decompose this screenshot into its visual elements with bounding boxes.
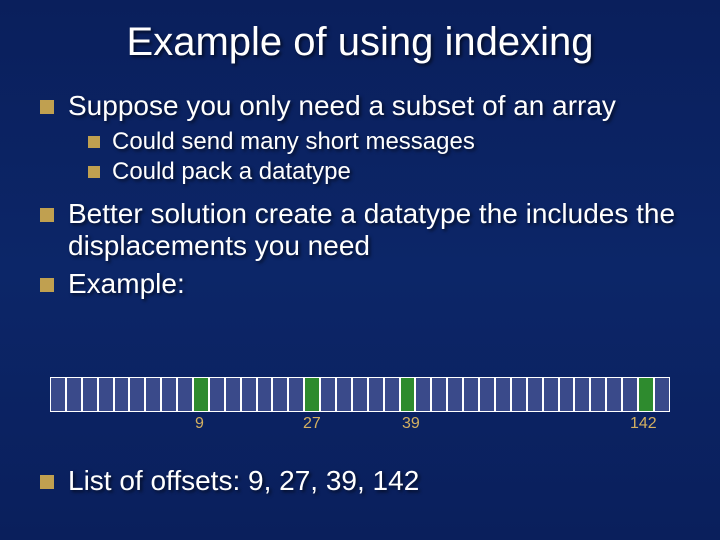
bullet-text: Could pack a datatype [112,158,351,186]
array-cell [352,377,368,412]
array-cell [129,377,145,412]
bullet-text: List of offsets: 9, 27, 39, 142 [68,465,419,497]
array-cell [177,377,193,412]
array-cell [272,377,288,412]
bullet-list-offsets: List of offsets: 9, 27, 39, 142 [40,465,419,497]
array-cell [543,377,559,412]
array-cell [50,377,66,412]
sub-bullets: Could send many short messages Could pac… [40,128,680,186]
array-cell [527,377,543,412]
array-cell [98,377,114,412]
bullet-icon [88,166,100,178]
array-cell [288,377,304,412]
array-cell [447,377,463,412]
slide-content: Suppose you only need a subset of an arr… [0,65,720,300]
array-cell [320,377,336,412]
array-cell [161,377,177,412]
array-cell [114,377,130,412]
bullet-text: Example: [68,268,185,300]
bullet-example: Example: [40,268,680,300]
array-cell [145,377,161,412]
array-cell [559,377,575,412]
array-cell [654,377,670,412]
array-cell [463,377,479,412]
bullet-icon [88,136,100,148]
bullet-text: Suppose you only need a subset of an arr… [68,90,616,122]
array-cell [479,377,495,412]
array-cell [590,377,606,412]
offset-label-142: 142 [630,415,657,433]
array-cell [257,377,273,412]
bullet-text: Could send many short messages [112,128,475,156]
array-cell [511,377,527,412]
bullet-could-pack: Could pack a datatype [88,158,680,186]
array-cell-highlight [304,377,320,412]
array-cell-highlight [638,377,654,412]
array-cell [225,377,241,412]
array-cell [336,377,352,412]
array-cell [241,377,257,412]
array-cell [368,377,384,412]
array-cell [415,377,431,412]
array-cell-highlight [400,377,416,412]
bullet-better-solution: Better solution create a datatype the in… [40,198,680,262]
bullet-icon [40,475,54,489]
bullet-could-send: Could send many short messages [88,128,680,156]
array-cell-highlight [193,377,209,412]
array-cell [574,377,590,412]
offset-label-9: 9 [195,415,204,433]
array-cell [622,377,638,412]
slide-title: Example of using indexing [0,0,720,65]
bullet-icon [40,208,54,222]
array-cell [209,377,225,412]
slide: Example of using indexing Suppose you on… [0,0,720,540]
bullet-suppose: Suppose you only need a subset of an arr… [40,90,680,122]
offset-label-39: 39 [402,415,420,433]
array-cell [431,377,447,412]
array-cell [606,377,622,412]
array-cell [384,377,400,412]
bullet-text: Better solution create a datatype the in… [68,198,680,262]
array-cell [82,377,98,412]
offset-label-27: 27 [303,415,321,433]
array-strip [50,377,670,412]
array-cell [66,377,82,412]
bullet-icon [40,100,54,114]
array-cell [495,377,511,412]
bullet-icon [40,278,54,292]
